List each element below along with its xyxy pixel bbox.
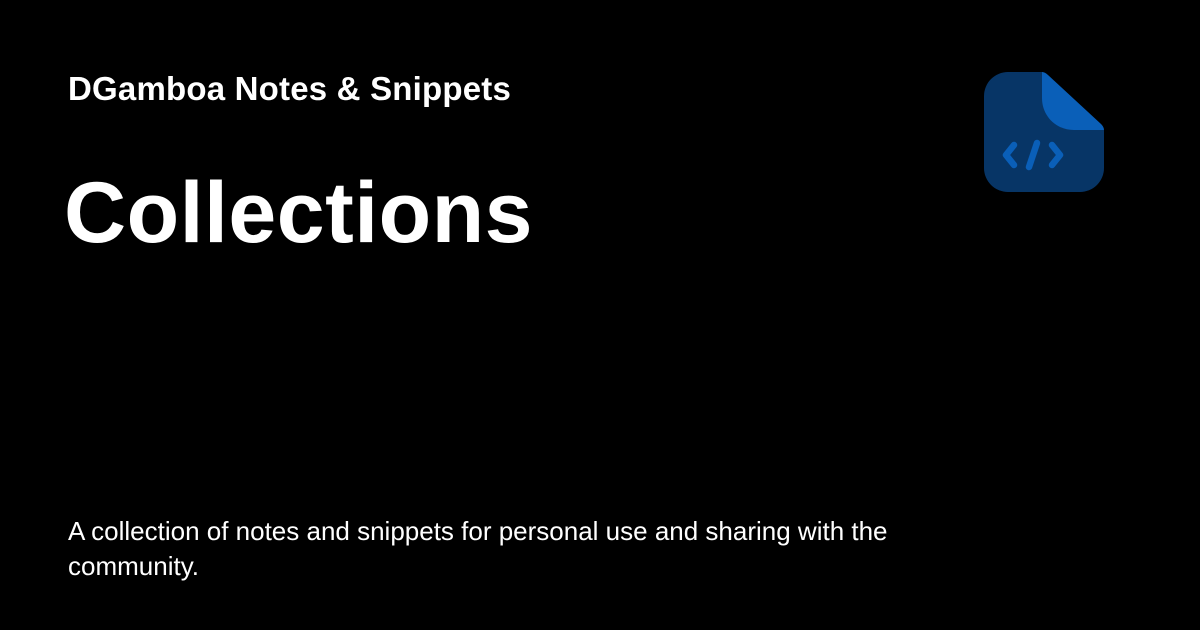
site-name: DGamboa Notes & Snippets	[68, 70, 512, 107]
page-description: A collection of notes and snippets for p…	[68, 516, 888, 581]
social-card: DGamboa Notes & Snippets Collections A c…	[0, 0, 1200, 630]
page-title: Collections	[64, 165, 534, 261]
code-file-icon-svg	[984, 72, 1104, 192]
code-file-icon	[984, 72, 1104, 192]
